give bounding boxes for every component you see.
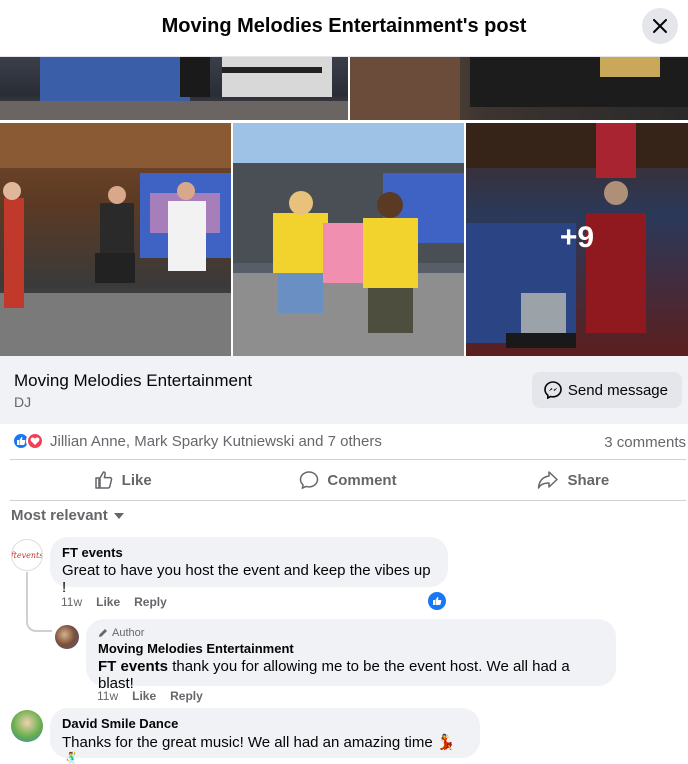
comment-author[interactable]: Moving Melodies Entertainment <box>98 641 604 656</box>
page-name[interactable]: Moving Melodies Entertainment <box>14 371 252 391</box>
comment-reply-link[interactable]: Reply <box>134 595 167 609</box>
thumbs-up-icon <box>94 471 112 489</box>
avatar[interactable] <box>11 710 43 742</box>
post-action-bar: Like Comment Share <box>10 459 686 501</box>
caret-down-icon <box>113 512 124 519</box>
avatar[interactable]: ftevents <box>11 539 43 571</box>
author-tag-label: Author <box>112 627 145 639</box>
pencil-icon <box>99 629 107 637</box>
comment-author[interactable]: David Smile Dance <box>62 716 468 731</box>
close-icon <box>653 19 667 33</box>
mention-link[interactable]: FT events <box>98 658 168 675</box>
thumbs-up-icon <box>433 597 442 605</box>
photo-dancers[interactable] <box>233 123 464 356</box>
comment-icon <box>300 471 319 490</box>
reactions-summary[interactable]: Jillian Anne, Mark Sparky Kutniewski and… <box>12 432 382 450</box>
comment-button[interactable]: Comment <box>235 460 460 500</box>
send-message-button[interactable]: Send message <box>531 372 682 408</box>
share-button[interactable]: Share <box>461 460 686 500</box>
photo-performer-more[interactable]: +9 <box>466 123 688 356</box>
sort-label: Most relevant <box>11 507 108 524</box>
messenger-icon <box>544 381 562 399</box>
comment-meta: 11w Like Reply <box>97 689 203 703</box>
share-label: Share <box>567 471 610 489</box>
comment-bubble: FT events Great to have you host the eve… <box>50 537 448 596</box>
reaction-icons <box>12 432 44 450</box>
avatar-text: ftevents <box>11 550 43 560</box>
comment-time[interactable]: 11w <box>61 595 82 609</box>
reactions-names: Jillian Anne, Mark Sparky Kutniewski and… <box>50 432 382 450</box>
comment-bubble: Author Moving Melodies Entertainment FT … <box>86 619 616 692</box>
comment-bubble: David Smile Dance Thanks for the great m… <box>50 708 480 764</box>
comment-reply-link[interactable]: Reply <box>170 689 203 703</box>
comment-like-link[interactable]: Like <box>132 689 156 703</box>
love-reaction-icon <box>26 432 44 450</box>
photo-musicians[interactable] <box>0 123 231 356</box>
comment-like-badge[interactable] <box>428 592 446 610</box>
comment-text: FT events thank you for allowing me to b… <box>98 658 604 692</box>
comment-text: Great to have you host the event and kee… <box>62 562 431 596</box>
comment-time[interactable]: 11w <box>97 689 118 703</box>
reply-thread-line <box>26 572 52 632</box>
dialog-title: Moving Melodies Entertainment's post <box>161 15 527 37</box>
photo-stage-top-right[interactable] <box>350 57 688 120</box>
comment-sort-dropdown[interactable]: Most relevant <box>11 507 124 524</box>
comment-meta: 11w Like Reply <box>61 595 167 609</box>
photo-stage-top-left[interactable] <box>0 57 348 120</box>
more-photos-count: +9 <box>559 221 595 254</box>
author-tag: Author <box>98 627 604 639</box>
comments-count[interactable]: 3 comments <box>604 434 686 451</box>
comment-author[interactable]: FT events <box>62 545 436 560</box>
comment-like-link[interactable]: Like <box>96 595 120 609</box>
comment-text: Thanks for the great music! We all had a… <box>62 734 456 764</box>
share-icon <box>538 471 559 489</box>
page-info-bar: Moving Melodies Entertainment DJ Send me… <box>0 356 688 424</box>
send-message-label: Send message <box>567 381 668 399</box>
avatar[interactable] <box>55 625 79 649</box>
post-dialog-header: Moving Melodies Entertainment's post <box>0 0 688 57</box>
like-button[interactable]: Like <box>10 460 235 500</box>
photo-grid: +9 <box>0 57 688 356</box>
like-label: Like <box>121 471 152 489</box>
comment-text-body: thank you for allowing me to be the even… <box>98 658 570 692</box>
page-category: DJ <box>14 394 32 410</box>
comment-label: Comment <box>327 471 397 489</box>
close-button[interactable] <box>642 8 678 44</box>
